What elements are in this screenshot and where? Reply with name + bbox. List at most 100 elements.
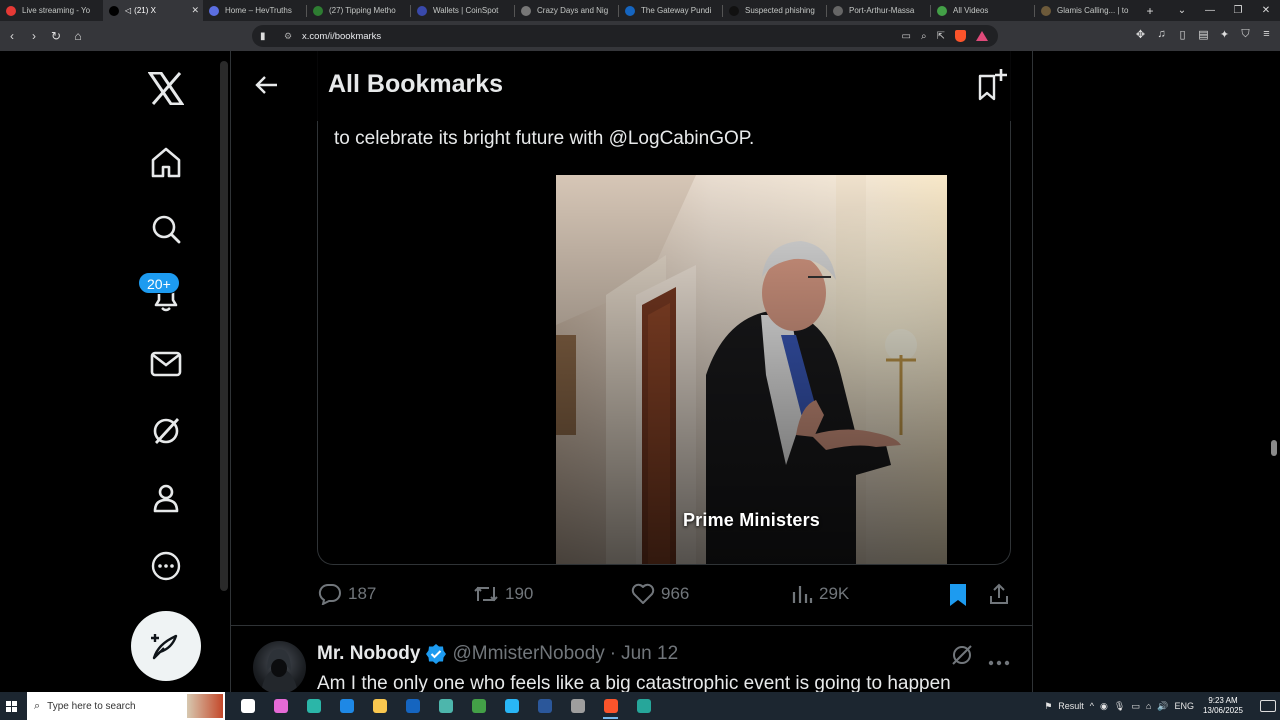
tab-list-icon[interactable]: ⌄ <box>1168 0 1196 21</box>
page-scrollbar-thumb[interactable] <box>1271 440 1277 456</box>
tweet-video[interactable]: Prime Ministers <box>556 175 947 564</box>
taskbar-app-outlook[interactable] <box>396 692 429 720</box>
repost-icon <box>474 586 498 602</box>
browser-tab[interactable]: Glamis Calling... | to <box>1035 0 1138 21</box>
taskbar-search[interactable]: ⌕ Type here to search <box>27 692 225 720</box>
browser-tab[interactable]: (27) Tipping Metho <box>307 0 410 21</box>
search-icon[interactable] <box>146 209 186 249</box>
taskbar-app-app-green[interactable] <box>627 692 660 720</box>
taskbar-app-file-explorer[interactable] <box>363 692 396 720</box>
sidebar-icon[interactable]: ▯ <box>1177 28 1188 41</box>
taskbar-app-task-view[interactable] <box>231 692 264 720</box>
meet-now-icon[interactable]: ◉ <box>1100 701 1108 712</box>
tab-audio-icon[interactable]: ◁ <box>125 6 131 15</box>
messages-icon[interactable] <box>146 344 186 384</box>
taskbar-app-copilot[interactable] <box>264 692 297 720</box>
tab-title: Wallets | CoinSpot <box>433 6 499 15</box>
avatar[interactable] <box>253 641 306 692</box>
taskbar-app-edge[interactable] <box>297 692 330 720</box>
cast-icon[interactable]: ▭ <box>902 31 911 42</box>
tray-chevron-icon[interactable]: ^ <box>1090 701 1094 711</box>
browser-tab[interactable]: The Gateway Pundi <box>619 0 722 21</box>
start-button[interactable] <box>0 692 22 720</box>
page-title: All Bookmarks <box>328 70 504 98</box>
new-tab-button[interactable]: + <box>1138 4 1162 18</box>
browser-tab[interactable]: Live streaming - Yo <box>0 0 103 21</box>
x-logo-icon[interactable] <box>146 68 186 108</box>
author-handle[interactable]: @MmisterNobody <box>452 643 604 665</box>
restore-icon[interactable]: ❐ <box>1224 0 1252 21</box>
repost-button[interactable]: 190 <box>473 583 533 605</box>
menu-icon[interactable]: ≡ <box>1261 28 1272 41</box>
tab-title: Crazy Days and Nig <box>537 6 609 15</box>
home-browser-icon[interactable]: ⌂ <box>68 29 88 43</box>
app-green-icon <box>636 699 651 713</box>
reload-icon[interactable]: ↻ <box>46 29 66 43</box>
like-button[interactable]: 966 <box>631 583 689 605</box>
views-button[interactable]: 29K <box>791 583 849 605</box>
more-icon[interactable] <box>146 546 186 586</box>
browser-tab[interactable]: Port-Arthur-Massa <box>827 0 930 21</box>
brave-rewards-icon[interactable] <box>976 31 988 41</box>
microphone-icon[interactable]: 🎙 <box>1114 701 1125 712</box>
wallet-icon[interactable]: ▤ <box>1198 28 1209 41</box>
grok-explain-icon[interactable] <box>950 643 974 667</box>
bookmark-page-icon[interactable]: ▮ <box>260 31 272 42</box>
url-text[interactable]: x.com/i/bookmarks <box>302 31 381 42</box>
grok-icon[interactable] <box>146 411 186 451</box>
notification-center-icon[interactable] <box>1260 700 1276 712</box>
extensions-icon[interactable]: ✥ <box>1135 28 1146 41</box>
back-arrow-icon[interactable] <box>253 71 281 99</box>
network-icon[interactable]: ⌂ <box>1146 701 1151 711</box>
tab-title: Glamis Calling... | to <box>1057 6 1129 15</box>
taskbar-app-store[interactable] <box>330 692 363 720</box>
add-bookmark-icon[interactable] <box>976 67 1010 101</box>
address-bar[interactable]: ▮ ⚙ x.com/i/bookmarks ▭ ⌕ ⇱ <box>252 25 998 47</box>
result-app-icon[interactable]: ⚑ <box>1044 701 1052 712</box>
author-name[interactable]: Mr. Nobody <box>317 643 420 665</box>
word-icon <box>537 699 552 713</box>
back-icon[interactable]: ‹ <box>2 29 22 43</box>
tweet-next[interactable]: Mr. Nobody @MmisterNobody · Jun 12 Am I … <box>231 626 1032 692</box>
taskbar-app-app-generic[interactable] <box>429 692 462 720</box>
forward-icon[interactable]: › <box>24 29 44 43</box>
browser-tab[interactable]: All Videos <box>931 0 1034 21</box>
share-button[interactable] <box>988 583 1010 605</box>
close-window-icon[interactable]: ✕ <box>1252 0 1280 21</box>
taskbar-app-app-dark[interactable] <box>561 692 594 720</box>
browser-tab[interactable]: Home – HevTruths <box>203 0 306 21</box>
minimize-icon[interactable]: — <box>1196 0 1224 21</box>
site-info-icon[interactable]: ⚙ <box>284 31 298 42</box>
tweet-date[interactable]: Jun 12 <box>621 643 678 665</box>
tweet-more-icon[interactable] <box>988 653 1010 666</box>
tab-close-icon[interactable]: ✕ <box>191 5 199 16</box>
tab-favicon-icon <box>313 5 323 16</box>
leo-icon[interactable]: ✦ <box>1219 28 1230 41</box>
taskbar-app-word[interactable] <box>528 692 561 720</box>
share-icon[interactable]: ⇱ <box>937 31 945 42</box>
tray-result-label[interactable]: Result <box>1058 701 1084 711</box>
language-indicator[interactable]: ENG <box>1174 701 1194 711</box>
compose-button[interactable] <box>131 611 201 681</box>
taskbar-app-brave[interactable] <box>594 692 627 720</box>
volume-icon[interactable]: 🔊 <box>1157 701 1168 712</box>
vpn-icon[interactable]: ⛉ <box>1240 28 1251 41</box>
taskbar-app-notes[interactable] <box>462 692 495 720</box>
left-nav-scrollbar[interactable] <box>220 61 228 591</box>
monitor-icon[interactable]: ▭ <box>1131 701 1140 712</box>
tweet-actions: 187 190 966 29K <box>317 583 1011 609</box>
bookmark-button[interactable] <box>947 583 969 607</box>
browser-tab[interactable]: Wallets | CoinSpot <box>411 0 514 21</box>
home-icon[interactable] <box>146 142 186 182</box>
profile-icon[interactable] <box>146 478 186 518</box>
reply-button[interactable]: 187 <box>318 583 376 605</box>
taskbar-app-kodi[interactable] <box>495 692 528 720</box>
media-icon[interactable]: ♫ <box>1156 28 1167 41</box>
zoom-icon[interactable]: ⌕ <box>921 31 927 42</box>
browser-tab[interactable]: ◁ (21) X ✕ <box>103 0 203 21</box>
browser-tab[interactable]: Crazy Days and Nig <box>515 0 618 21</box>
copilot-icon <box>273 699 288 713</box>
brave-shields-icon[interactable] <box>955 30 966 42</box>
browser-tab[interactable]: Suspected phishing <box>723 0 826 21</box>
clock[interactable]: 9:23 AM 13/06/2025 <box>1200 696 1246 716</box>
